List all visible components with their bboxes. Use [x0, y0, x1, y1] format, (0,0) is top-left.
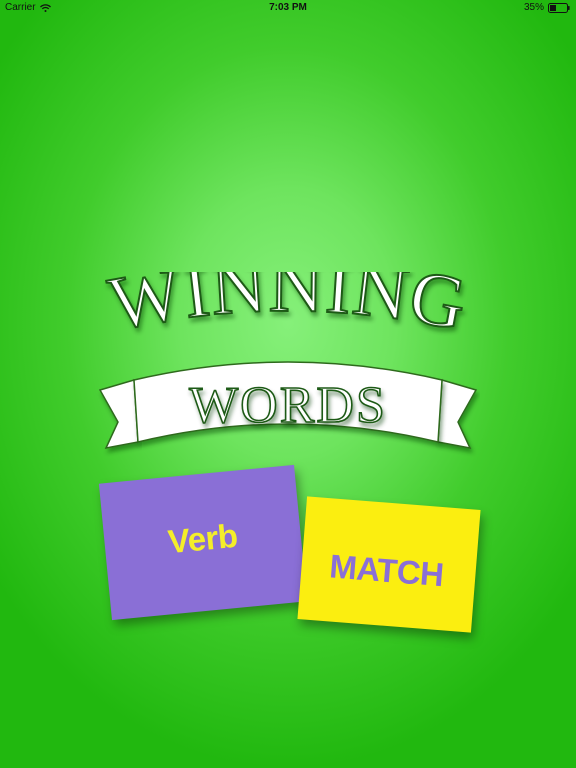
logo-line-words: WORDS — [189, 377, 387, 434]
status-bar: Carrier 7:03 PM 35% — [0, 0, 576, 16]
status-time: 7:03 PM — [269, 2, 307, 13]
battery-percent: 35% — [523, 2, 544, 13]
match-card-label: MATCH — [328, 546, 445, 593]
logo-line-winning: WINNING — [103, 272, 473, 347]
winning-words-logo: WINNING WORDS — [60, 272, 516, 472]
match-card[interactable]: MATCH — [297, 496, 481, 633]
status-right: 35% — [524, 2, 570, 13]
battery-icon — [548, 2, 570, 13]
verb-card[interactable]: Verb — [98, 464, 308, 621]
verb-card-label: Verb — [166, 516, 239, 560]
